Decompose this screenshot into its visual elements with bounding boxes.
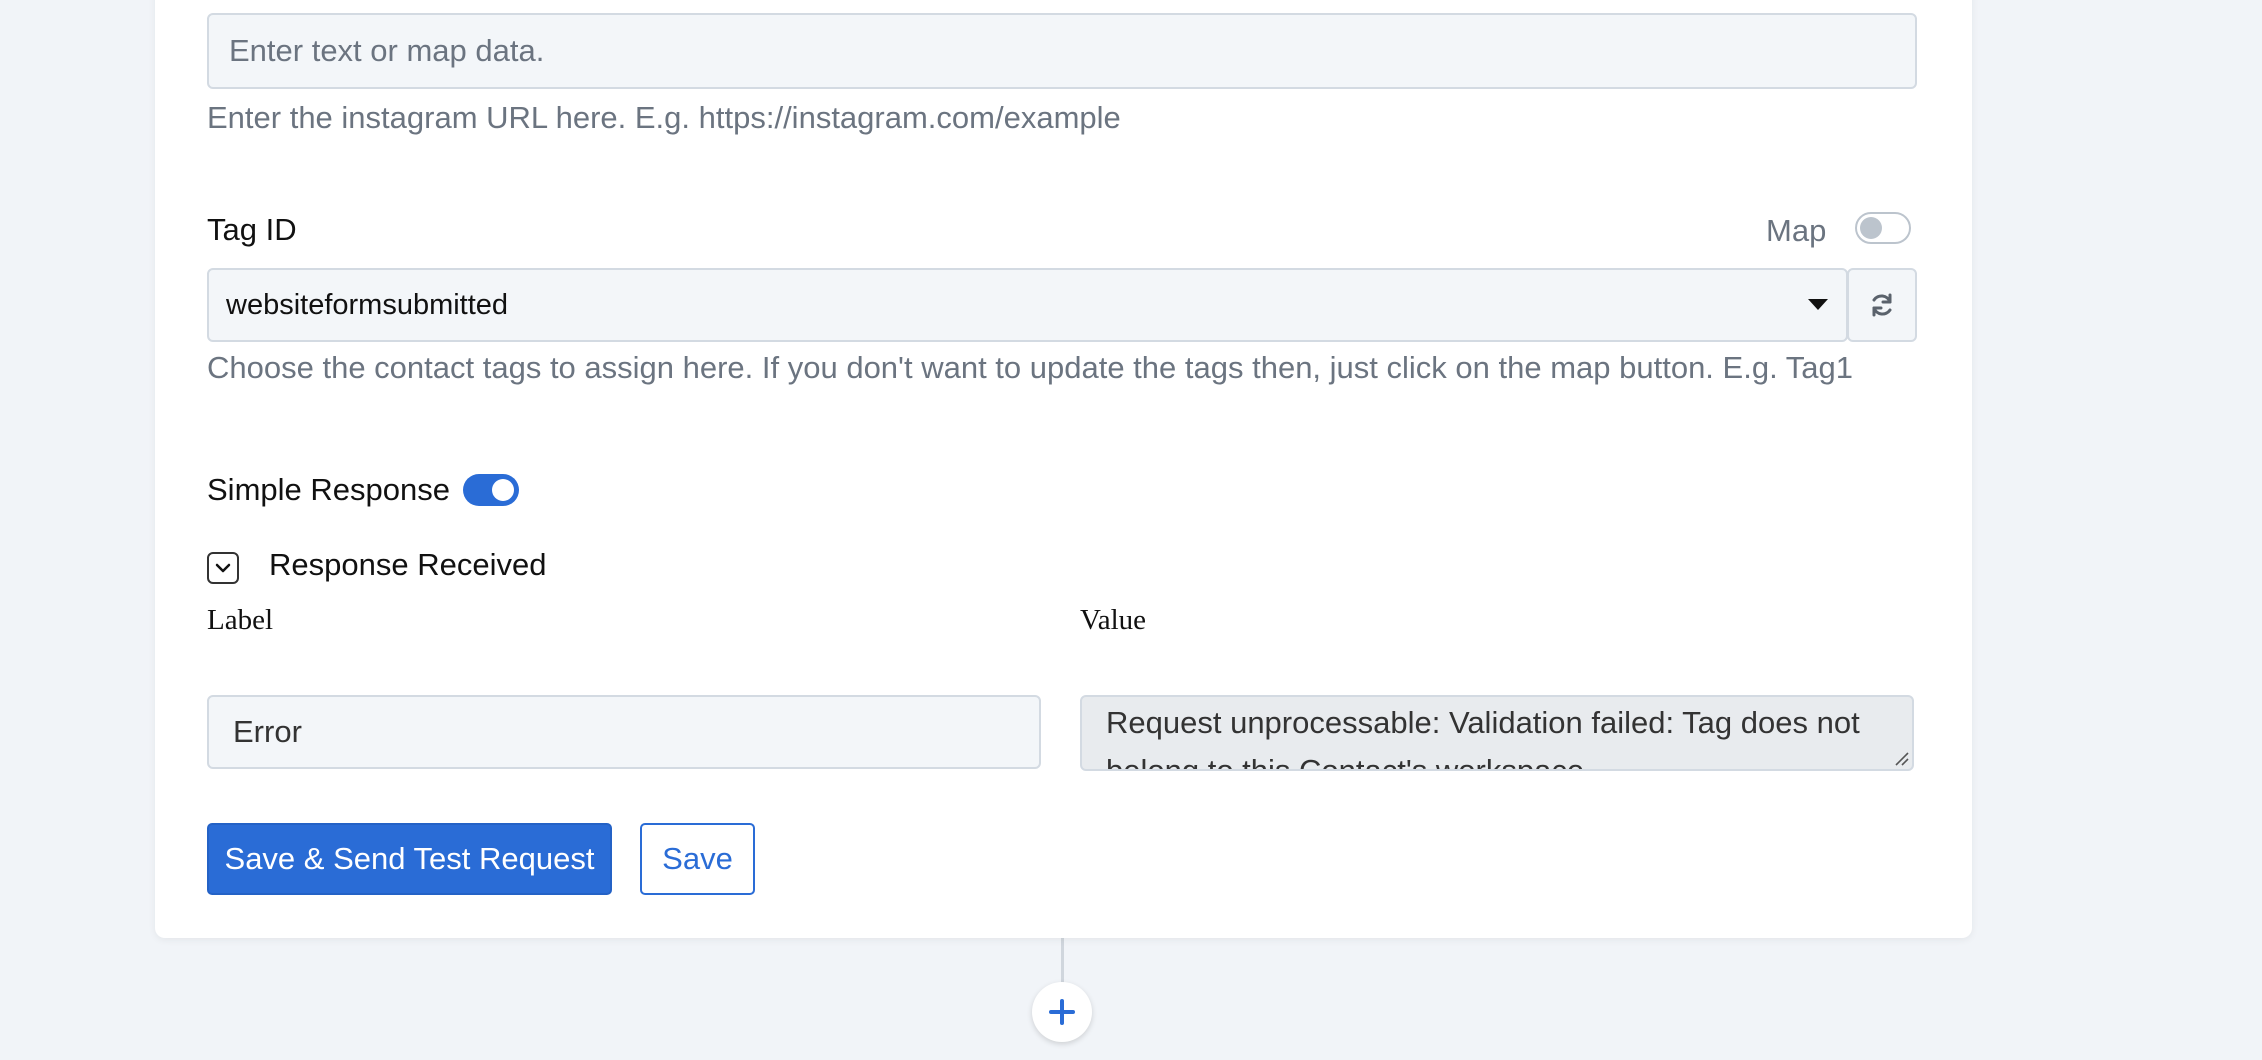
caret-down-icon [1808, 299, 1828, 310]
value-column-header: Value [1080, 604, 1147, 636]
refresh-icon [1872, 293, 1892, 317]
simple-response-toggle[interactable] [463, 474, 519, 506]
instagram-url-placeholder: Enter text or map data. [229, 33, 545, 68]
instagram-url-help: Enter the instagram URL here. E.g. https… [207, 100, 1121, 135]
tag-refresh-button[interactable] [1847, 268, 1917, 342]
tag-id-select[interactable]: websiteformsubmitted [207, 268, 1848, 342]
tag-id-selected-value: websiteformsubmitted [226, 288, 509, 321]
save-and-send-test-request-button[interactable]: Save & Send Test Request [207, 823, 612, 895]
instagram-url-input[interactable]: Enter text or map data. [207, 13, 1917, 89]
label-column-header: Label [207, 604, 274, 636]
response-label-value: Error [233, 714, 302, 749]
add-step-button[interactable] [1032, 982, 1092, 1042]
plus-icon [1049, 999, 1075, 1025]
resize-handle-icon[interactable] [1893, 750, 1909, 766]
response-received-title: Response Received [269, 547, 547, 582]
map-toggle[interactable] [1855, 212, 1911, 244]
response-value-text: Request unprocessable: Validation failed… [1106, 705, 1860, 771]
simple-response-toggle-knob [492, 479, 514, 501]
simple-response-label: Simple Response [207, 472, 450, 507]
chevron-down-icon [215, 563, 231, 573]
map-toggle-knob [1860, 217, 1882, 239]
response-value-textarea[interactable]: Request unprocessable: Validation failed… [1080, 695, 1914, 771]
response-label-field: Error [207, 695, 1041, 769]
response-collapse-button[interactable] [207, 552, 239, 584]
save-button-label: Save [662, 841, 733, 876]
tag-id-label: Tag ID [207, 212, 297, 247]
action-config-card: Enter text or map data. Enter the instag… [155, 0, 1972, 938]
tag-id-help: Choose the contact tags to assign here. … [207, 350, 1853, 385]
save-and-send-test-request-label: Save & Send Test Request [224, 841, 595, 876]
map-label: Map [1766, 213, 1827, 248]
save-button[interactable]: Save [640, 823, 755, 895]
